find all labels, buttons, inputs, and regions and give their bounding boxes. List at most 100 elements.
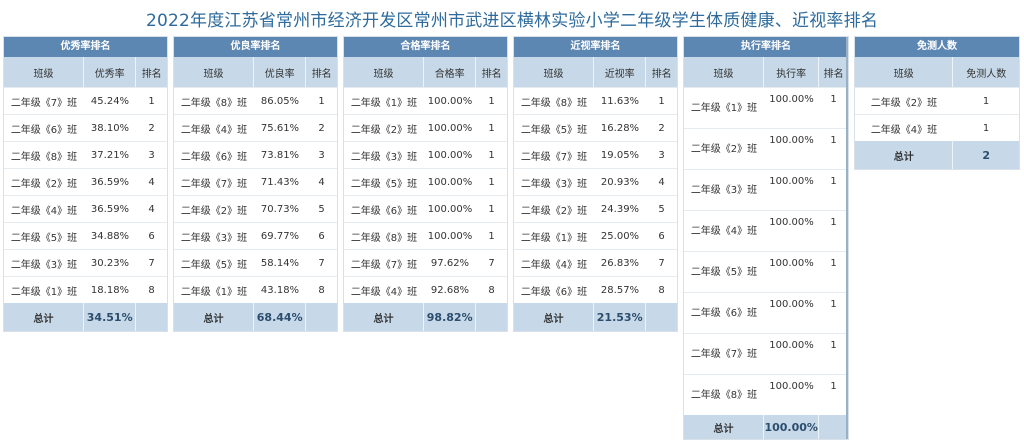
cell-rank: 4 xyxy=(658,176,665,188)
total-empty xyxy=(819,415,848,439)
cell-rank: 7 xyxy=(488,257,495,269)
cell-class: 二年级《6》班 xyxy=(10,124,78,136)
cell-rank: 8 xyxy=(148,284,155,296)
col-rate: 执行率 xyxy=(764,57,820,87)
table-row: 二年级《8》班 86.05% 1 xyxy=(174,87,337,114)
col-rank: 排名 xyxy=(481,68,502,80)
col-class: 班级 xyxy=(4,57,85,87)
cell-rank: 1 xyxy=(488,122,495,134)
col-rank: 排名 xyxy=(311,68,332,80)
table-row: 二年级《4》班 92.68% 8 xyxy=(344,276,507,303)
cell-rank: 8 xyxy=(318,284,325,296)
cell-rank: 5 xyxy=(658,203,665,215)
col-class: 班级 xyxy=(344,57,425,87)
cell-class: 二年级《5》班 xyxy=(350,178,418,190)
cell-rank: 4 xyxy=(318,176,325,188)
cell-rate: 73.81% xyxy=(260,149,300,161)
cell-class: 二年级《1》班 xyxy=(10,286,78,298)
table-row: 二年级《6》班 28.57% 8 xyxy=(514,276,677,303)
excellence-rate-panel: 优秀率排名 班级 优秀率 排名 二年级《7》班 45.24% 1 二年级《6》班 38… xyxy=(3,36,168,332)
cell-rank: 1 xyxy=(830,176,837,187)
table-row: 二年级《8》班 100.00% 1 xyxy=(684,374,848,415)
table-row: 二年级《6》班 100.00% 1 xyxy=(344,195,507,222)
cell-rate: 100.00% xyxy=(769,340,814,351)
myopia-rate-panel: 近视率排名 班级 近视率 排名 二年级《8》班 11.63% 1 二年级《5》班 16… xyxy=(513,36,678,332)
cell-rate: 100.00% xyxy=(769,299,814,310)
col-class: 班级 xyxy=(684,57,765,87)
cell-class: 二年级《6》班 xyxy=(350,205,418,217)
cell-class: 二年级《5》班 xyxy=(180,259,248,271)
cell-rank: 1 xyxy=(830,258,837,269)
table-row: 二年级《1》班 18.18% 8 xyxy=(4,276,167,303)
cell-class: 二年级《8》班 xyxy=(520,97,588,109)
cell-class: 二年级《1》班 xyxy=(350,97,418,109)
cell-rate: 100.00% xyxy=(769,258,814,269)
table-row: 二年级《5》班 100.00% 1 xyxy=(684,251,848,292)
execution-rate-panel: 执行率排名 班级 执行率 排名 二年级《1》班 100.00% 1 二年级《2》班 1… xyxy=(683,36,849,440)
cell-rate: 37.21% xyxy=(90,149,130,161)
col-rate: 优良率 xyxy=(254,57,307,87)
table-row: 二年级《2》班 24.39% 5 xyxy=(514,195,677,222)
table-row: 二年级《3》班 100.00% 1 xyxy=(344,141,507,168)
cell-rate: 19.05% xyxy=(600,149,640,161)
total-empty xyxy=(476,303,507,331)
good-rate-panel: 优良率排名 班级 优良率 排名 二年级《8》班 86.05% 1 二年级《4》班 75… xyxy=(173,36,338,332)
cell-class: 二年级《3》班 xyxy=(10,259,78,271)
cell-rate: 18.18% xyxy=(90,284,130,296)
cell-class: 二年级《6》班 xyxy=(690,307,758,319)
cell-class: 二年级《3》班 xyxy=(180,232,248,244)
table-row: 二年级《4》班 100.00% 1 xyxy=(684,210,848,251)
total-label: 总计 xyxy=(174,303,255,331)
cell-rank: 6 xyxy=(658,230,665,242)
total-value: 2 xyxy=(982,148,991,162)
total-value: 98.82% xyxy=(424,303,477,331)
cell-rate: 71.43% xyxy=(260,176,300,188)
cell-rate: 26.83% xyxy=(600,257,640,269)
cell-class: 二年级《2》班 xyxy=(870,97,938,109)
col-class: 班级 xyxy=(514,57,595,87)
cell-rank: 2 xyxy=(658,122,665,134)
table-row: 二年级《4》班 36.59% 4 xyxy=(4,195,167,222)
table-row: 二年级《2》班 70.73% 5 xyxy=(174,195,337,222)
cell-class: 二年级《7》班 xyxy=(10,97,78,109)
cell-rate: 100.00% xyxy=(769,94,814,105)
cell-rank: 1 xyxy=(488,176,495,188)
table-row: 二年级《6》班 100.00% 1 xyxy=(684,292,848,333)
cell-rank: 6 xyxy=(318,230,325,242)
total-row: 总计 68.44% xyxy=(174,303,337,331)
cell-rank: 1 xyxy=(830,217,837,228)
cell-rank: 4 xyxy=(148,203,155,215)
col-class: 班级 xyxy=(174,57,255,87)
cell-class: 二年级《3》班 xyxy=(520,178,588,190)
column-header-row: 班级 免测人数 xyxy=(855,57,1019,87)
table-row: 二年级《8》班 100.00% 1 xyxy=(344,222,507,249)
table-row: 二年级《8》班 37.21% 3 xyxy=(4,141,167,168)
total-row: 总计 100.00% xyxy=(684,415,848,439)
table-row: 二年级《1》班 43.18% 8 xyxy=(174,276,337,303)
cell-rate: 24.39% xyxy=(600,203,640,215)
cell-rank: 1 xyxy=(830,135,837,146)
table-row: 二年级《1》班 100.00% 1 xyxy=(684,87,848,128)
column-header-row: 班级 合格率 排名 xyxy=(344,57,507,87)
cell-rank: 1 xyxy=(830,94,837,105)
cell-rank: 1 xyxy=(488,95,495,107)
table-row: 二年级《2》班 36.59% 4 xyxy=(4,168,167,195)
table-row: 二年级《4》班 26.83% 7 xyxy=(514,249,677,276)
cell-class: 二年级《1》班 xyxy=(180,286,248,298)
cell-rank: 8 xyxy=(658,284,665,296)
cell-rate: 100.00% xyxy=(769,135,814,146)
cell-class: 二年级《7》班 xyxy=(350,259,418,271)
cell-rate: 36.59% xyxy=(90,176,130,188)
col-rank: 排名 xyxy=(651,68,672,80)
cell-class: 二年级《5》班 xyxy=(520,124,588,136)
table-row: 二年级《6》班 38.10% 2 xyxy=(4,114,167,141)
cell-class: 二年级《4》班 xyxy=(350,286,418,298)
total-label: 总计 xyxy=(855,141,954,169)
exempt-count-panel: 免测人数 班级 免测人数 二年级《2》班 1 二年级《4》班 1 总计 2 xyxy=(854,36,1020,170)
cell-class: 二年级《4》班 xyxy=(690,225,758,237)
cell-class: 二年级《3》班 xyxy=(690,184,758,196)
cell-class: 二年级《5》班 xyxy=(10,232,78,244)
cell-rank: 7 xyxy=(148,257,155,269)
cell-rate: 36.59% xyxy=(90,203,130,215)
table-row: 二年级《5》班 16.28% 2 xyxy=(514,114,677,141)
